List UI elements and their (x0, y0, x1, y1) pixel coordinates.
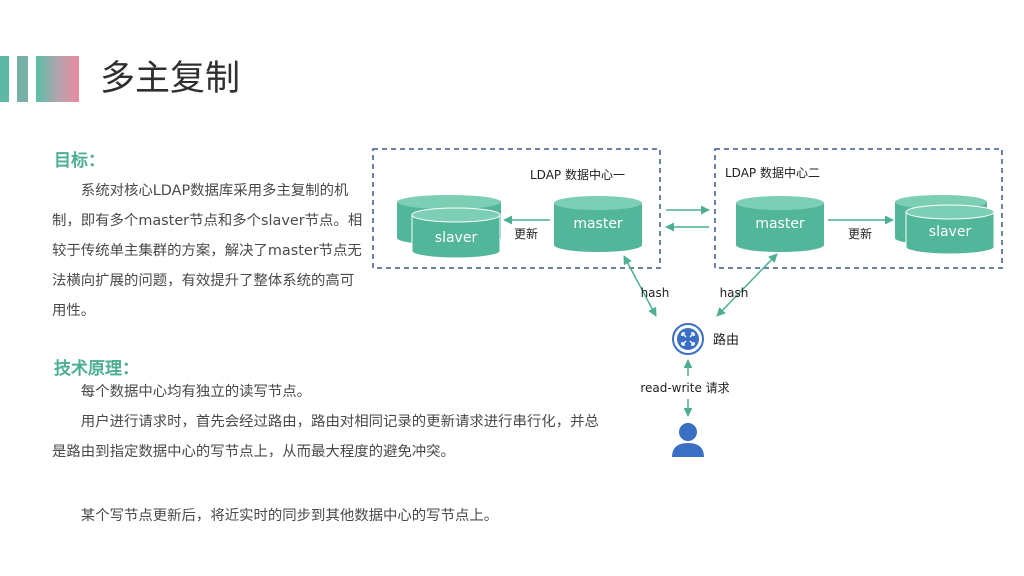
dc2-slaver-label: slaver (929, 224, 972, 240)
replication-diagram: LDAP 数据中心一 LDAP 数据中心二 slaver master 更新 m… (372, 148, 1003, 457)
router-label: 路由 (713, 332, 739, 348)
dc1-master-label: master (573, 216, 623, 232)
dc1-master-db: master (554, 196, 642, 252)
router-icon (672, 323, 704, 355)
user-icon (672, 423, 704, 457)
datacenter-1-label: LDAP 数据中心一 (530, 167, 625, 182)
dc2-update-label: 更新 (848, 226, 872, 241)
dc1-update-label: 更新 (514, 226, 538, 241)
dc2-master-label: master (755, 216, 805, 232)
hash-label-left: hash (641, 286, 670, 300)
dc2-master-db: master (736, 196, 824, 252)
request-label: read-write 请求 (640, 381, 729, 395)
dc1-slaver-label: slaver (435, 230, 478, 246)
hash-label-right: hash (720, 286, 749, 300)
dc2-slaver-db: slaver (905, 204, 995, 255)
hash-arrow-dc2 (716, 253, 778, 317)
dc1-slaver-db: slaver (411, 207, 501, 259)
datacenter-2-label: LDAP 数据中心二 (725, 165, 820, 180)
